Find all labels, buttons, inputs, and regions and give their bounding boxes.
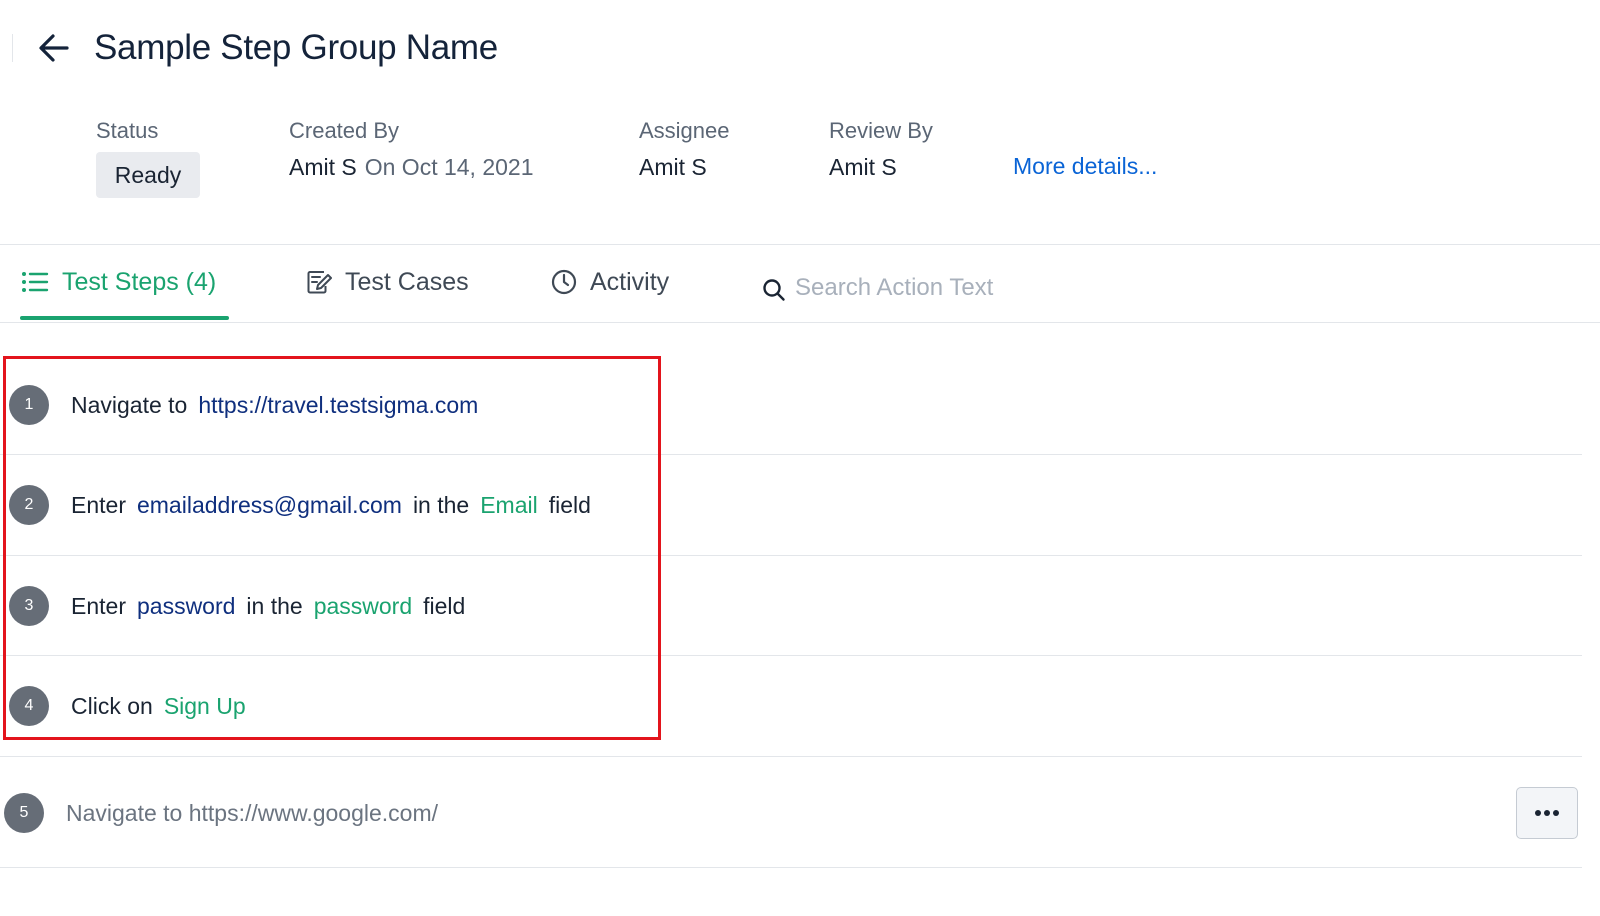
more-actions-button[interactable] — [1516, 787, 1578, 839]
active-tab-indicator — [20, 316, 229, 320]
arrow-left-icon — [39, 34, 69, 62]
tab-test-steps[interactable]: Test Steps (4) — [21, 262, 216, 302]
step-part: field — [423, 592, 466, 619]
tab-activity-label: Activity — [590, 267, 670, 296]
step-row[interactable]: 2 Enter emailaddress@gmail.com in the Em… — [0, 455, 1582, 555]
step-part: in the — [246, 592, 303, 619]
step-number-badge: 3 — [9, 586, 49, 626]
step-part: Enter — [71, 592, 126, 619]
status-label: Status — [96, 118, 159, 143]
step-part: in the — [412, 491, 470, 518]
step-number-badge: 5 — [4, 793, 44, 833]
step-part: Click on — [71, 692, 153, 719]
tab-activity[interactable]: Activity — [551, 262, 669, 302]
step-row[interactable]: 5 Navigate to https://www.google.com/ — [0, 763, 1582, 863]
search-icon — [763, 279, 785, 301]
step-row[interactable]: 4 Click on Sign Up — [0, 656, 1582, 756]
step-element: Email — [480, 491, 538, 518]
step-text: Navigate to https://www.google.com/ — [66, 800, 449, 827]
step-part: Navigate to https://www.google.com/ — [66, 799, 439, 826]
step-test-data: https://travel.testsigma.com — [198, 391, 479, 418]
tabs-bottom-divider — [0, 322, 1600, 323]
step-text: Click on Sign Up — [71, 693, 257, 720]
left-divider — [12, 34, 13, 62]
list-icon — [22, 272, 49, 292]
step-number-badge: 2 — [9, 485, 49, 525]
step-element: password — [313, 592, 413, 619]
more-details-link[interactable]: More details... — [1013, 153, 1157, 180]
row-divider — [0, 756, 1582, 757]
step-number-badge: 4 — [9, 686, 49, 726]
tab-test-cases-label: Test Cases — [345, 267, 469, 296]
edit-note-icon — [307, 271, 332, 294]
step-text: Enter emailaddress@gmail.com in the Emai… — [71, 492, 602, 519]
step-row[interactable]: 1 Navigate to https://travel.testsigma.c… — [0, 355, 1582, 455]
created-date: On Oct 14, 2021 — [364, 154, 534, 180]
tabs-top-divider — [0, 244, 1600, 245]
step-test-data: emailaddress@gmail.com — [136, 491, 402, 518]
assignee-label: Assignee — [639, 118, 730, 143]
review-by-value: Amit S — [829, 154, 897, 180]
created-by-name: Amit S — [289, 154, 357, 180]
step-part: Enter — [71, 491, 126, 518]
status-badge: Ready — [96, 152, 200, 198]
step-text: Navigate to https://travel.testsigma.com — [71, 392, 489, 419]
back-button[interactable] — [36, 30, 72, 66]
tab-test-steps-label: Test Steps (4) — [62, 267, 217, 296]
step-row[interactable]: 3 Enter password in the password field — [0, 556, 1582, 656]
step-number-badge: 1 — [9, 385, 49, 425]
step-text: Enter password in the password field — [71, 593, 476, 620]
step-element: Sign Up — [163, 692, 246, 719]
clock-icon — [551, 269, 577, 295]
created-by-value: Amit S On Oct 14, 2021 — [289, 154, 534, 181]
assignee-value: Amit S — [639, 154, 707, 180]
review-by-label: Review By — [829, 118, 933, 143]
search-input[interactable] — [795, 268, 1115, 308]
row-divider — [0, 867, 1582, 868]
step-test-data: password — [136, 592, 236, 619]
page-title: Sample Step Group Name — [94, 28, 498, 67]
step-part: Navigate to — [71, 391, 188, 418]
step-part: field — [548, 491, 591, 518]
tab-test-cases[interactable]: Test Cases — [306, 262, 469, 302]
more-horizontal-icon — [1535, 810, 1559, 816]
created-by-label: Created By — [289, 118, 400, 143]
